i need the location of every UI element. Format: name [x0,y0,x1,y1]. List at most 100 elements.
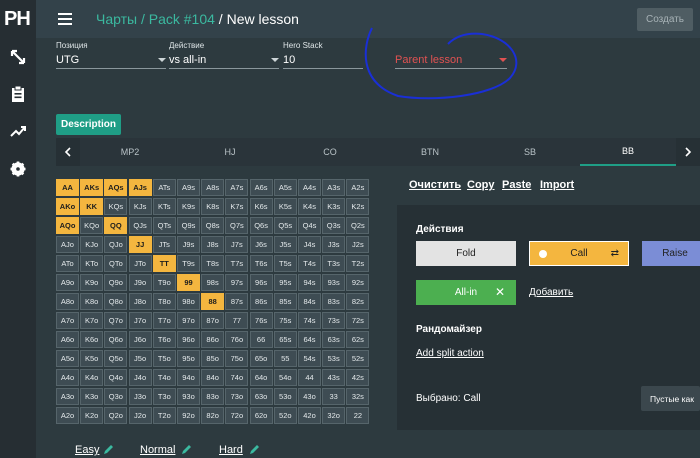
hand-cell[interactable]: 86s [249,293,273,310]
hand-cell[interactable]: AKo [56,198,79,215]
hand-cell[interactable]: KK [80,198,104,215]
hand-cell[interactable]: J9o [128,274,152,291]
hand-cell[interactable]: 92o [177,407,200,424]
hand-cell[interactable]: A3o [56,388,79,405]
raise-button[interactable]: Raise [642,241,700,266]
hand-cell[interactable]: A4o [56,369,79,386]
hand-cell[interactable]: A2o [56,407,79,424]
hand-cell[interactable]: 75s [273,312,297,329]
hand-cell[interactable]: KTo [80,255,104,272]
difficulty-hard[interactable]: Hard [219,444,243,456]
hand-cell[interactable]: 22 [346,407,370,424]
hand-cell[interactable]: 73s [322,312,346,329]
hand-cell[interactable]: 42o [298,407,321,424]
hand-cell[interactable]: J8s [201,236,225,253]
hand-cell[interactable]: 53o [273,388,297,405]
hand-cell[interactable]: Q6s [249,217,273,234]
action-select[interactable]: vs all-in [169,52,279,69]
hand-cell[interactable]: K3o [80,388,104,405]
hand-cell[interactable]: T5s [273,255,297,272]
hand-cell[interactable]: T4o [152,369,176,386]
hand-cell[interactable]: 53s [322,350,346,367]
hand-cell[interactable]: Q4s [298,217,321,234]
hand-cell[interactable]: 83s [322,293,346,310]
hand-cell[interactable]: 54o [273,369,297,386]
breadcrumb-charts[interactable]: Чарты [96,11,137,27]
hand-cell[interactable]: 82s [346,293,370,310]
hand-cell[interactable]: A5s [273,179,297,196]
hand-cell[interactable]: 94o [177,369,200,386]
hand-cell[interactable]: JTo [128,255,152,272]
hand-cell[interactable]: Q7s [225,217,249,234]
hand-cell[interactable]: 32s [346,388,370,405]
empty-as-button[interactable]: Пустые как [641,386,700,411]
hand-cell[interactable]: J6s [249,236,273,253]
hand-cell[interactable]: K4o [80,369,104,386]
call-button[interactable]: Call ⇄ [529,241,629,266]
hand-cell[interactable]: K7o [80,312,104,329]
breadcrumb-pack[interactable]: Pack #104 [149,11,215,27]
tab-bb[interactable]: BB [580,138,676,166]
hand-cell[interactable]: 72o [225,407,249,424]
gear-icon[interactable] [9,160,27,178]
hand-cell[interactable]: T9s [177,255,200,272]
hand-cell[interactable]: T5o [152,350,176,367]
hand-cell[interactable]: Q2s [346,217,370,234]
hand-cell[interactable]: 73o [225,388,249,405]
hand-cell[interactable]: Q3o [104,388,128,405]
hand-cell[interactable]: J4s [298,236,321,253]
pencil-icon[interactable] [103,444,114,455]
hand-cell[interactable]: T3o [152,388,176,405]
hand-cell[interactable]: 74s [298,312,321,329]
tab-hj[interactable]: HJ [180,138,280,166]
hand-cell[interactable]: 94s [298,274,321,291]
hand-cell[interactable]: 52s [346,350,370,367]
hand-cell[interactable]: A3s [322,179,346,196]
hand-cell[interactable]: 63o [249,388,273,405]
hand-cell[interactable]: K9s [177,198,200,215]
hand-cell[interactable]: T4s [298,255,321,272]
tab-btn[interactable]: BTN [380,138,480,166]
hand-cell[interactable]: T8s [201,255,225,272]
tab-mp2[interactable]: MP2 [80,138,180,166]
hand-cell[interactable]: 43o [298,388,321,405]
hand-cell[interactable]: J2s [346,236,370,253]
hand-cell[interactable]: 85s [273,293,297,310]
hand-cell[interactable]: TT [152,255,176,272]
hand-cell[interactable]: KQs [104,198,128,215]
hand-cell[interactable]: K6o [80,331,104,348]
hand-cell[interactable]: 54s [298,350,321,367]
hand-cell[interactable]: A8o [56,293,79,310]
hand-cell[interactable]: QQ [104,217,128,234]
hand-cell[interactable]: K7s [225,198,249,215]
pencil-icon[interactable] [181,444,192,455]
hand-cell[interactable]: 55 [273,350,297,367]
hand-cell[interactable]: KJs [128,198,152,215]
tabs-next-arrow[interactable] [676,138,700,166]
hand-cell[interactable]: T9o [152,274,176,291]
hand-cell[interactable]: 33 [322,388,346,405]
copy-link[interactable]: Copy [467,179,495,191]
hand-cell[interactable]: QJs [128,217,152,234]
hand-cell[interactable]: AQs [104,179,128,196]
hand-cell[interactable]: JTs [152,236,176,253]
import-link[interactable]: Import [540,179,574,191]
hand-cell[interactable]: 98s [201,274,225,291]
hand-cell[interactable]: QTo [104,255,128,272]
hand-cell[interactable]: Q5o [104,350,128,367]
hand-cell[interactable]: 64o [249,369,273,386]
hand-cell[interactable]: AJs [128,179,152,196]
hand-cell[interactable]: J2o [128,407,152,424]
add-split-action-link[interactable]: Add split action [416,348,484,359]
hand-cell[interactable]: 88 [201,293,225,310]
hand-cell[interactable]: K6s [249,198,273,215]
hand-cell[interactable]: J4o [128,369,152,386]
hand-cell[interactable]: J7s [225,236,249,253]
hand-cell[interactable]: T3s [322,255,346,272]
hand-cell[interactable]: QTs [152,217,176,234]
hand-cell[interactable]: ATs [152,179,176,196]
hand-cell[interactable]: 43s [322,369,346,386]
hand-cell[interactable]: KTs [152,198,176,215]
hand-cell[interactable]: 66 [249,331,273,348]
hand-cell[interactable]: 87s [225,293,249,310]
